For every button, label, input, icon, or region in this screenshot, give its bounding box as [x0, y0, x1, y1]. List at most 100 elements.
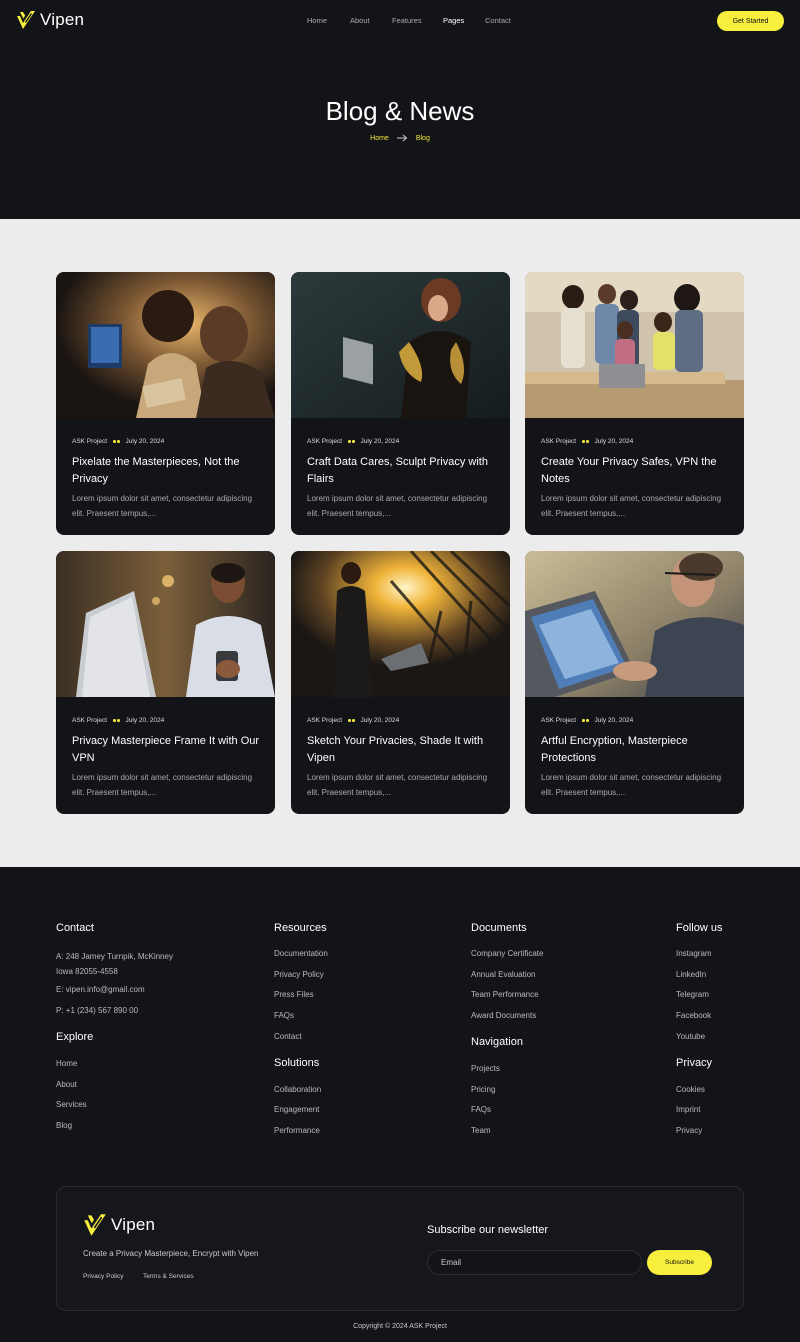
post-meta: ASK Project July 20, 2024: [541, 717, 633, 724]
newsletter-title: Subscribe our newsletter: [427, 1224, 549, 1236]
logo-mark-icon: [84, 1214, 106, 1236]
post-author: ASK Project: [307, 438, 343, 445]
footer-link-team-performance[interactable]: Team Performance: [471, 990, 539, 999]
main-nav: Home About Features Pages Contact: [307, 16, 525, 25]
post-title[interactable]: Craft Data Cares, Sculpt Privacy with Fl…: [307, 454, 495, 487]
footer-link-privacy[interactable]: Privacy: [676, 1126, 702, 1135]
footer-link-facebook[interactable]: Facebook: [676, 1011, 711, 1020]
footer-link-privacy-policy[interactable]: Privacy Policy: [274, 970, 324, 979]
post-excerpt: Lorem ipsum dolor sit amet, consectetur …: [307, 494, 488, 518]
footer-link-instagram[interactable]: Instagram: [676, 949, 712, 958]
post-meta: ASK Project July 20, 2024: [72, 717, 164, 724]
footer-link-projects[interactable]: Projects: [471, 1064, 500, 1073]
footer-link-performance[interactable]: Performance: [274, 1126, 320, 1135]
post-meta: ASK Project July 20, 2024: [541, 438, 633, 445]
footer-logo[interactable]: Vipen: [83, 1213, 155, 1237]
post-image: [56, 551, 275, 697]
footer-solutions-title: Solutions: [274, 1057, 320, 1069]
separator-dots-icon: [582, 440, 589, 443]
post-date: July 20, 2024: [594, 438, 634, 445]
footer-link-home[interactable]: Home: [56, 1059, 77, 1068]
footer-link-award-documents[interactable]: Award Documents: [471, 1011, 536, 1020]
footer-link-contact[interactable]: Contact: [274, 1032, 302, 1041]
post-date: July 20, 2024: [125, 438, 165, 445]
subscribe-button[interactable]: Subscribe: [647, 1250, 712, 1275]
nav-home[interactable]: Home: [307, 16, 350, 25]
footer-link-faqs[interactable]: FAQs: [274, 1011, 294, 1020]
blog-card[interactable]: ASK Project July 20, 2024 Pixelate the M…: [56, 272, 275, 535]
logo[interactable]: Vipen: [16, 10, 84, 30]
footer-link-services[interactable]: Services: [56, 1100, 87, 1109]
footer-privacy-title: Privacy: [676, 1057, 713, 1069]
post-date: July 20, 2024: [360, 438, 400, 445]
post-meta: ASK Project July 20, 2024: [307, 438, 399, 445]
footer-link-collaboration[interactable]: Collaboration: [274, 1085, 321, 1094]
contact-address: A: 248 Jamey Turnpik, McKinney Iowa 8205…: [56, 949, 173, 979]
email-input[interactable]: [427, 1250, 642, 1275]
blog-card[interactable]: ASK Project July 20, 2024 Craft Data Car…: [291, 272, 510, 535]
privacy-policy-link[interactable]: Privacy Policy: [83, 1273, 123, 1280]
footer-link-blog[interactable]: Blog: [56, 1121, 72, 1130]
nav-about[interactable]: About: [350, 16, 392, 25]
post-title[interactable]: Privacy Masterpiece Frame It with Our VP…: [72, 733, 260, 766]
post-author: ASK Project: [72, 438, 108, 445]
contact-phone[interactable]: P: +1 (234) 567 890 00: [56, 1006, 138, 1015]
breadcrumb-home[interactable]: Home: [370, 135, 389, 142]
post-title[interactable]: Artful Encryption, Masterpiece Protectio…: [541, 733, 729, 766]
footer-link-imprint[interactable]: Imprint: [676, 1105, 700, 1114]
footer-link-company-certificate[interactable]: Company Certificate: [471, 949, 543, 958]
post-excerpt: Lorem ipsum dolor sit amet, consectetur …: [541, 494, 722, 518]
breadcrumb: Home Blog: [0, 134, 800, 142]
post-title[interactable]: Sketch Your Privacies, Shade It with Vip…: [307, 733, 495, 766]
footer-tagline: Create a Privacy Masterpiece, Encrypt wi…: [83, 1249, 259, 1258]
logo-text: Vipen: [40, 10, 85, 29]
copyright: Copyright © 2024 ASK Project: [353, 1323, 447, 1330]
footer-link-linkedin[interactable]: LinkedIn: [676, 970, 706, 979]
get-started-button[interactable]: Get Started: [717, 11, 784, 31]
post-excerpt: Lorem ipsum dolor sit amet, consectetur …: [307, 773, 488, 797]
post-author: ASK Project: [72, 717, 108, 724]
footer-link-annual-evaluation[interactable]: Annual Evaluation: [471, 970, 536, 979]
footer-link-nav-faqs[interactable]: FAQs: [471, 1105, 491, 1114]
blog-card[interactable]: ASK Project July 20, 2024 Create Your Pr…: [525, 272, 744, 535]
post-image: [56, 272, 275, 418]
post-title[interactable]: Pixelate the Masterpieces, Not the Priva…: [72, 454, 260, 487]
post-title[interactable]: Create Your Privacy Safes, VPN the Notes: [541, 454, 729, 487]
footer-navigation-title: Navigation: [471, 1036, 523, 1048]
footer-link-cookies[interactable]: Cookies: [676, 1085, 705, 1094]
post-author: ASK Project: [307, 717, 343, 724]
post-author: ASK Project: [541, 717, 577, 724]
footer-link-youtube[interactable]: Youtube: [676, 1032, 705, 1041]
separator-dots-icon: [113, 719, 120, 722]
footer-link-documentation[interactable]: Documentation: [274, 949, 328, 958]
footer-link-about[interactable]: About: [56, 1080, 77, 1089]
footer-link-engagement[interactable]: Engagement: [274, 1105, 319, 1114]
post-excerpt: Lorem ipsum dolor sit amet, consectetur …: [72, 494, 253, 518]
post-image: [291, 551, 510, 697]
page-title: Blog & News: [325, 96, 475, 126]
footer-resources-title: Resources: [274, 922, 327, 934]
terms-link[interactable]: Terms & Services: [143, 1273, 194, 1280]
address-line-2: Iowa 82055-4558: [56, 967, 118, 976]
newsletter-box: Vipen Create a Privacy Masterpiece, Encr…: [56, 1186, 744, 1311]
separator-dots-icon: [113, 440, 120, 443]
post-image: [525, 551, 744, 697]
blog-card[interactable]: ASK Project July 20, 2024 Artful Encrypt…: [525, 551, 744, 814]
post-author: ASK Project: [541, 438, 577, 445]
footer-documents-title: Documents: [471, 922, 527, 934]
nav-contact[interactable]: Contact: [485, 16, 525, 25]
footer-link-pricing[interactable]: Pricing: [471, 1085, 495, 1094]
footer-follow-title: Follow us: [676, 922, 723, 934]
address-line-1: A: 248 Jamey Turnpik, McKinney: [56, 952, 173, 961]
footer-link-telegram[interactable]: Telegram: [676, 990, 709, 999]
blog-section: ASK Project July 20, 2024 Pixelate the M…: [0, 219, 800, 867]
logo-mark-icon: [17, 11, 35, 29]
arrow-right-icon: [396, 134, 408, 142]
contact-email[interactable]: E: vipen.info@gmail.com: [56, 985, 145, 994]
footer-link-team[interactable]: Team: [471, 1126, 491, 1135]
blog-card[interactable]: ASK Project July 20, 2024 Sketch Your Pr…: [291, 551, 510, 814]
footer-link-press-files[interactable]: Press Files: [274, 990, 314, 999]
blog-card[interactable]: ASK Project July 20, 2024 Privacy Master…: [56, 551, 275, 814]
nav-features[interactable]: Features: [392, 16, 443, 25]
nav-pages[interactable]: Pages: [443, 16, 485, 25]
